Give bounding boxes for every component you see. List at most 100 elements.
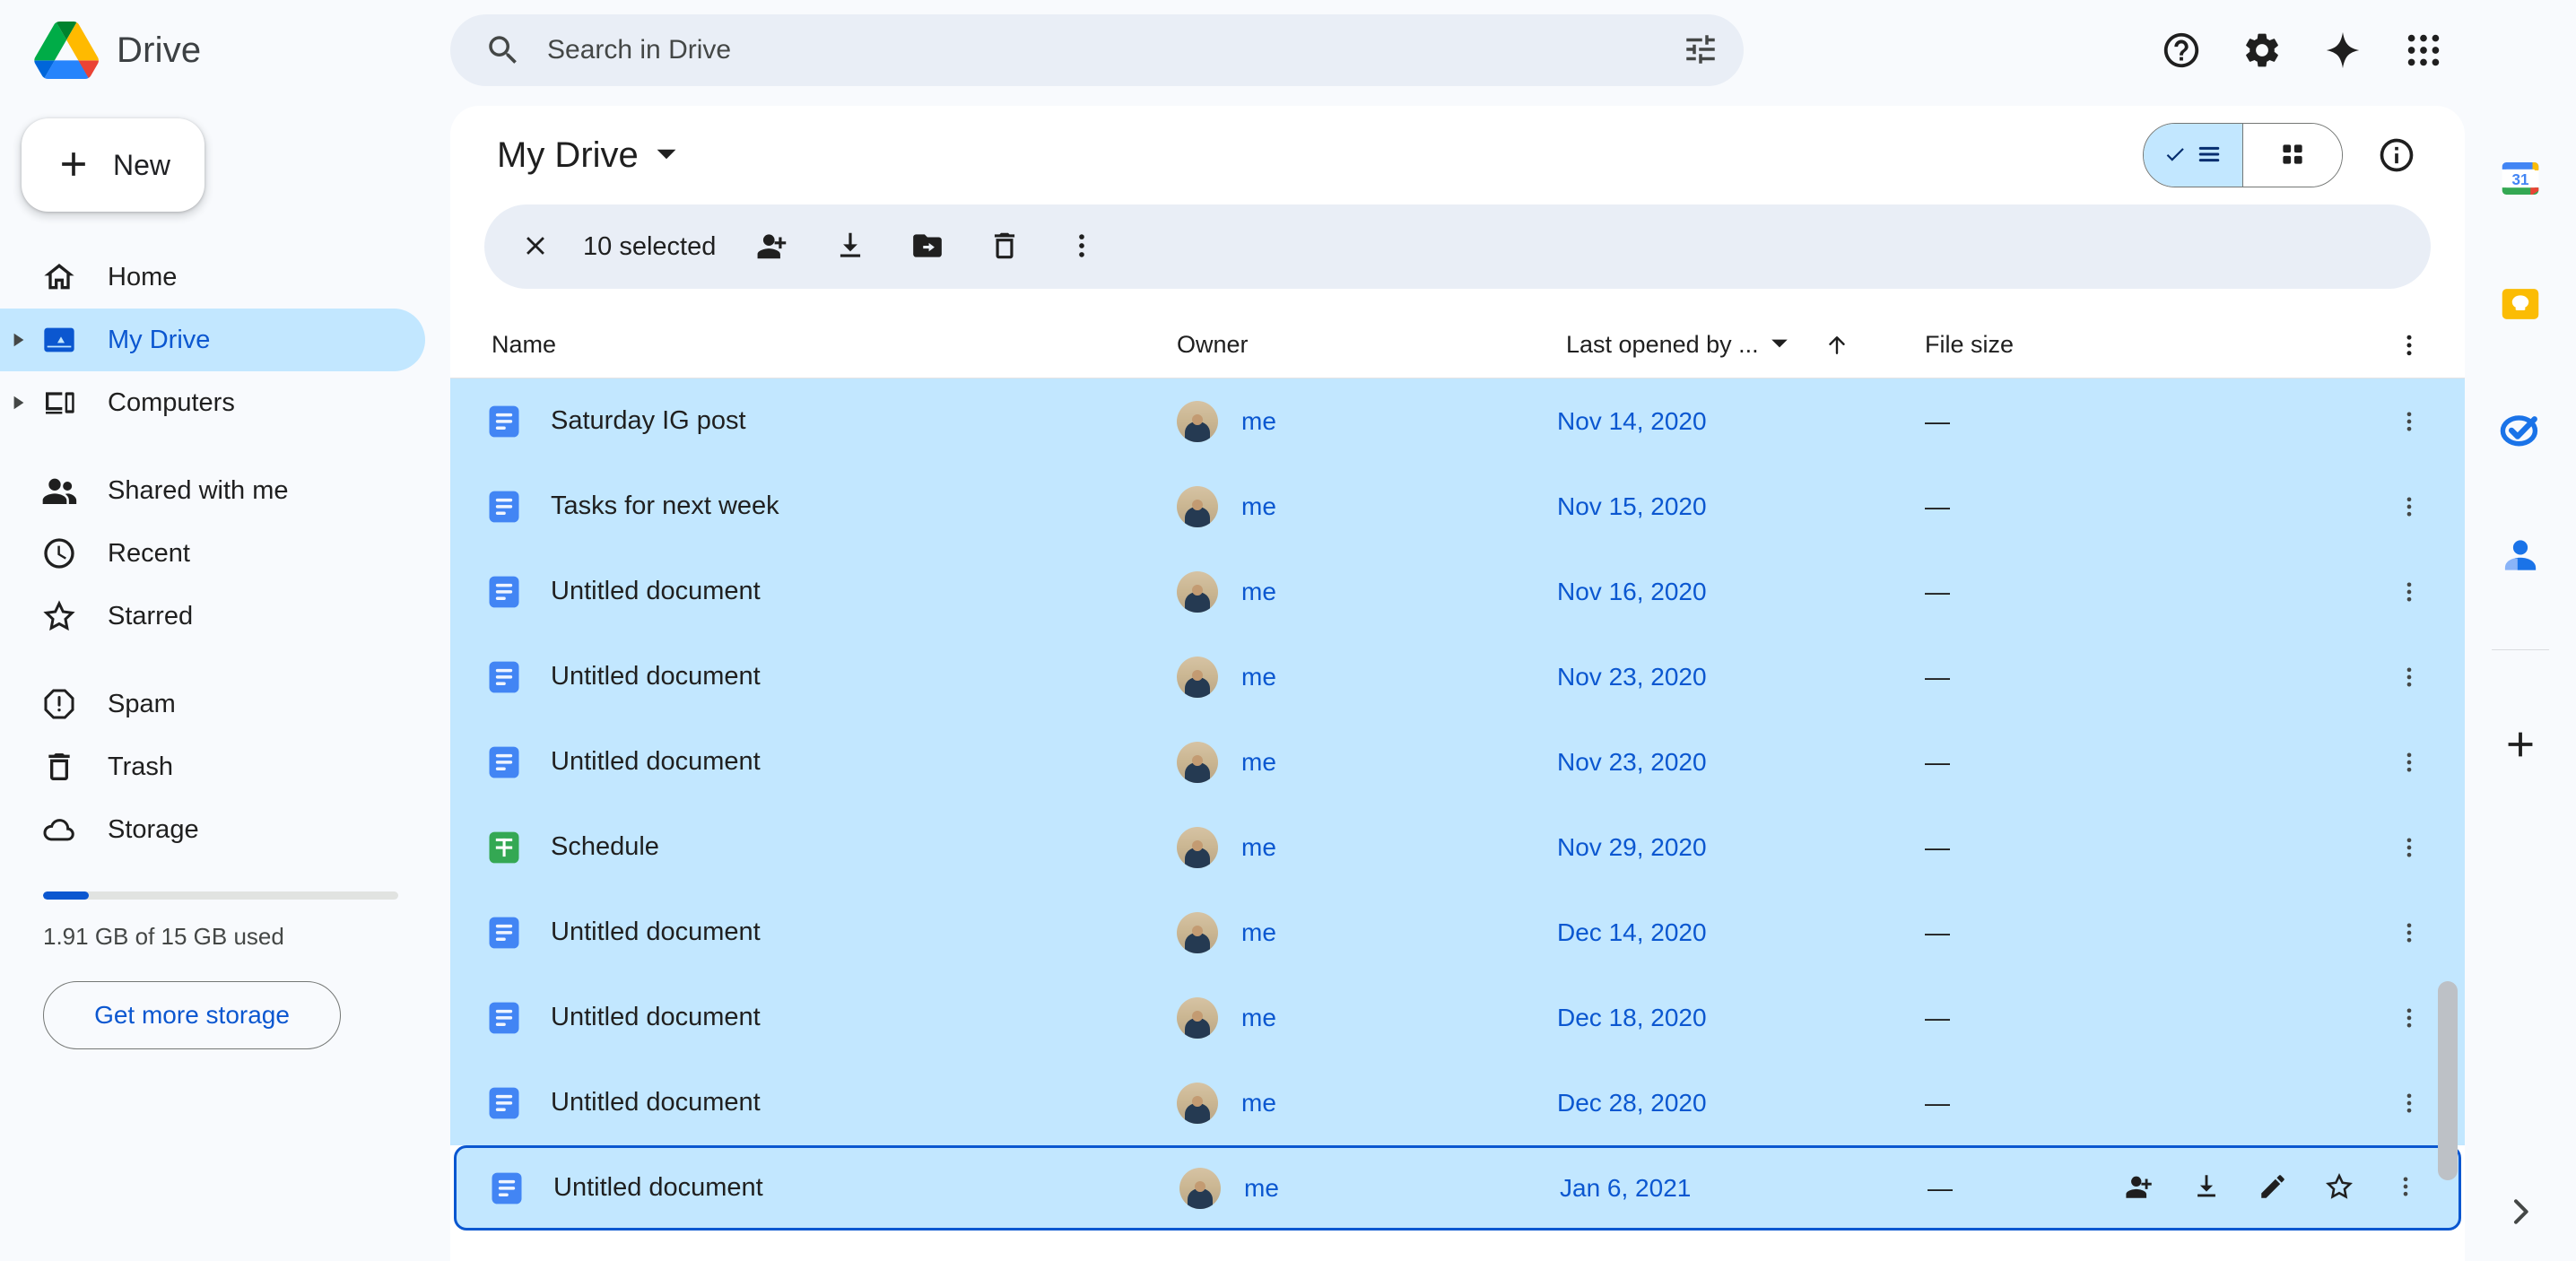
- page-title-dropdown[interactable]: My Drive: [484, 128, 691, 183]
- new-button[interactable]: New: [22, 118, 205, 212]
- file-name: Untitled document: [551, 662, 761, 691]
- cell-last-opened: Nov 14, 2020: [1557, 406, 1707, 435]
- chevron-right-icon[interactable]: [0, 395, 38, 411]
- help-icon[interactable]: [2149, 18, 2214, 83]
- file-name: Untitled document: [553, 1173, 763, 1202]
- column-header-owner[interactable]: Owner: [1177, 331, 1557, 359]
- table-row[interactable]: Untitled document me Dec 14, 2020 —: [450, 890, 2465, 975]
- row-more-actions-button[interactable]: [2376, 1159, 2435, 1218]
- close-icon: [520, 230, 551, 264]
- storage-progress-fill: [43, 891, 90, 900]
- google-calendar-icon[interactable]: 31: [2485, 143, 2555, 213]
- vertical-scrollbar-thumb[interactable]: [2438, 981, 2458, 1180]
- google-keep-icon[interactable]: [2485, 269, 2555, 339]
- column-header-name[interactable]: Name: [484, 331, 1177, 359]
- sidebar-item-label: Spam: [108, 689, 176, 718]
- cell-name: Untitled document: [484, 1083, 1177, 1123]
- file-name: Untitled document: [551, 1088, 761, 1117]
- row-more-actions-button[interactable]: [2382, 821, 2436, 874]
- table-row[interactable]: Tasks for next week me Nov 15, 2020 —: [450, 464, 2465, 549]
- sidebar-item-starred[interactable]: Starred: [0, 585, 425, 648]
- google-docs-icon: [487, 1169, 527, 1208]
- table-row[interactable]: Untitled document me Nov 23, 2020 —: [450, 719, 2465, 804]
- sidebar-item-storage[interactable]: Storage: [0, 798, 425, 861]
- grid-view-button[interactable]: [2243, 124, 2342, 187]
- sparkle-icon[interactable]: [2311, 18, 2375, 83]
- sidebar-item-shared-with-me[interactable]: Shared with me: [0, 459, 425, 522]
- owner-name: me: [1241, 832, 1276, 861]
- brand[interactable]: Drive: [34, 22, 420, 79]
- file-list[interactable]: Saturday IG post me Nov 14, 2020 — Tasks…: [450, 378, 2465, 1261]
- row-more-actions-button[interactable]: [2382, 906, 2436, 960]
- clear-selection-button[interactable]: [504, 215, 567, 278]
- table-row[interactable]: Saturday IG post me Nov 14, 2020 —: [450, 378, 2465, 464]
- apps-grid-icon[interactable]: [2391, 18, 2456, 83]
- share-button[interactable]: [741, 214, 805, 279]
- sidebar-item-label: Shared with me: [108, 475, 289, 505]
- cell-last-opened: Nov 15, 2020: [1557, 491, 1707, 520]
- info-icon[interactable]: [2364, 123, 2429, 187]
- google-docs-icon: [484, 657, 524, 697]
- move-to-folder-button[interactable]: [895, 214, 960, 279]
- gear-icon[interactable]: [2230, 18, 2294, 83]
- search-input[interactable]: [547, 23, 1665, 77]
- row-download-button[interactable]: [2177, 1159, 2236, 1218]
- cell-last-opened: Dec 14, 2020: [1557, 917, 1707, 946]
- table-row[interactable]: Schedule me Nov 29, 2020 —: [450, 804, 2465, 890]
- clock-icon: [38, 535, 81, 571]
- chevron-down-icon: [1770, 334, 1789, 356]
- storage-section: 1.91 GB of 15 GB used Get more storage: [43, 891, 398, 1049]
- row-more-actions-button[interactable]: [2382, 991, 2436, 1045]
- plus-icon[interactable]: [2485, 709, 2555, 779]
- last-opened-dropdown[interactable]: Last opened by ...: [1557, 326, 1798, 364]
- chevron-right-icon[interactable]: [0, 332, 38, 348]
- sidebar-item-my-drive[interactable]: My Drive: [0, 309, 425, 371]
- move-to-trash-button[interactable]: [972, 214, 1037, 279]
- table-row[interactable]: Untitled document me Dec 28, 2020 —: [450, 1060, 2465, 1145]
- row-more-actions-button[interactable]: [2382, 480, 2436, 534]
- owner-name: me: [1241, 917, 1276, 946]
- row-more-actions-button[interactable]: [2382, 395, 2436, 448]
- google-contacts-icon[interactable]: [2485, 520, 2555, 590]
- row-share-button[interactable]: [2110, 1159, 2170, 1218]
- more-actions-button[interactable]: [1049, 214, 1114, 279]
- google-tasks-icon[interactable]: [2485, 395, 2555, 465]
- row-rename-button[interactable]: [2243, 1159, 2302, 1218]
- column-options-button[interactable]: [2382, 332, 2436, 359]
- people-icon: [38, 473, 81, 509]
- table-row[interactable]: Untitled document me Nov 16, 2020 —: [450, 549, 2465, 634]
- column-header-file-size[interactable]: File size: [1925, 331, 2248, 359]
- sidebar-item-recent[interactable]: Recent: [0, 522, 425, 585]
- search-options-button[interactable]: [1665, 14, 1736, 86]
- search-bar[interactable]: [450, 14, 1744, 86]
- cell-name: Saturday IG post: [484, 402, 1177, 441]
- more-vert-icon: [2406, 335, 2412, 355]
- chevron-right-icon[interactable]: [2485, 1177, 2555, 1247]
- table-row[interactable]: Untitled document me Nov 23, 2020 —: [450, 634, 2465, 719]
- row-more-actions-button[interactable]: [2382, 1076, 2436, 1130]
- column-header-last-opened: Last opened by ...: [1557, 319, 1925, 371]
- sidebar-item-label: Trash: [108, 752, 174, 781]
- owner-avatar: [1177, 741, 1218, 783]
- brand-name: Drive: [117, 30, 202, 70]
- cell-file-size: —: [1925, 1088, 1950, 1117]
- table-row[interactable]: Untitled document me Dec 18, 2020 —: [450, 975, 2465, 1060]
- get-more-storage-button[interactable]: Get more storage: [43, 981, 341, 1049]
- sidebar-item-spam[interactable]: Spam: [0, 673, 425, 735]
- row-more-actions-button[interactable]: [2382, 735, 2436, 789]
- nav-group-divider: [0, 648, 450, 673]
- sort-ascending-icon[interactable]: [1811, 319, 1863, 371]
- download-button[interactable]: [818, 214, 883, 279]
- row-more-actions-button[interactable]: [2382, 650, 2436, 704]
- more-vert-icon: [2406, 497, 2412, 516]
- avatar[interactable]: [2477, 15, 2547, 85]
- sidebar-item-computers[interactable]: Computers: [0, 371, 425, 434]
- sidebar-item-home[interactable]: Home: [0, 246, 425, 309]
- list-view-button[interactable]: [2144, 124, 2242, 187]
- svg-text:31: 31: [2511, 171, 2529, 188]
- row-star-button[interactable]: [2310, 1159, 2369, 1218]
- row-more-actions-button[interactable]: [2382, 565, 2436, 619]
- sidebar-item-trash[interactable]: Trash: [0, 735, 425, 798]
- rail-divider: [2492, 649, 2549, 650]
- table-row[interactable]: Untitled document me Jan 6, 2021 —: [454, 1145, 2461, 1231]
